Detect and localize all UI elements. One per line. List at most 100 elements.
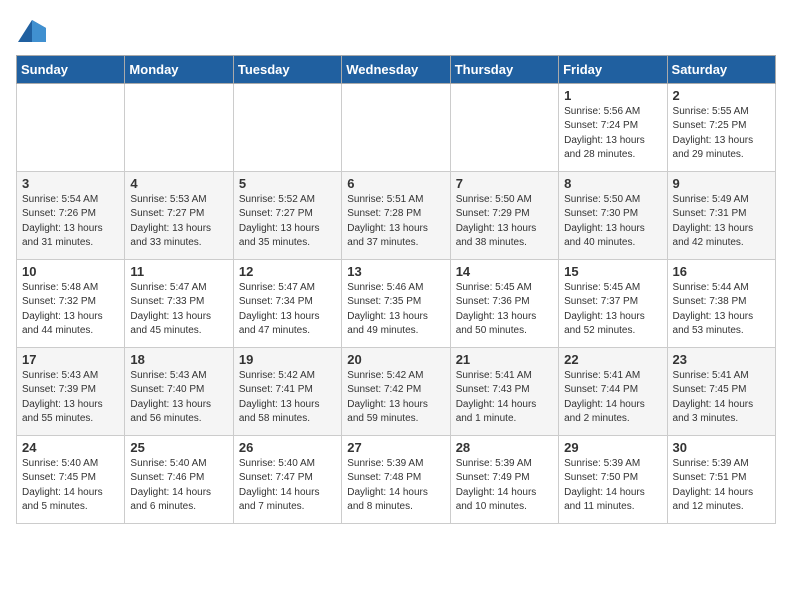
day-info: Sunrise: 5:39 AM Sunset: 7:51 PM Dayligh…	[673, 457, 770, 515]
day-number: 9	[673, 176, 770, 191]
calendar-cell: 11 Sunrise: 5:47 AM Sunset: 7:33 PM Dayli…	[125, 259, 233, 347]
day-info: Sunrise: 5:43 AM Sunset: 7:40 PM Dayligh…	[130, 369, 227, 427]
day-number: 13	[347, 264, 444, 279]
calendar-header-thursday: Thursday	[450, 55, 558, 83]
calendar-cell: 4 Sunrise: 5:53 AM Sunset: 7:27 PM Daylig…	[125, 171, 233, 259]
day-info: Sunrise: 5:41 AM Sunset: 7:45 PM Dayligh…	[673, 369, 770, 427]
calendar-cell: 30 Sunrise: 5:39 AM Sunset: 7:51 PM Dayli…	[667, 435, 775, 523]
day-info: Sunrise: 5:48 AM Sunset: 7:32 PM Dayligh…	[22, 281, 119, 339]
day-info: Sunrise: 5:44 AM Sunset: 7:38 PM Dayligh…	[673, 281, 770, 339]
day-number: 10	[22, 264, 119, 279]
logo	[16, 20, 46, 47]
calendar-header-row: SundayMondayTuesdayWednesdayThursdayFrid…	[17, 55, 776, 83]
calendar-cell: 27 Sunrise: 5:39 AM Sunset: 7:48 PM Dayli…	[342, 435, 450, 523]
calendar-cell: 3 Sunrise: 5:54 AM Sunset: 7:26 PM Daylig…	[17, 171, 125, 259]
calendar-header-friday: Friday	[559, 55, 667, 83]
day-info: Sunrise: 5:51 AM Sunset: 7:28 PM Dayligh…	[347, 193, 444, 251]
calendar-cell: 5Sunrise: 5:52 AM Sunset: 7:27 PM Daylig…	[233, 171, 341, 259]
calendar-cell: 15 Sunrise: 5:45 AM Sunset: 7:37 PM Dayli…	[559, 259, 667, 347]
day-info: Sunrise: 5:40 AM Sunset: 7:45 PM Dayligh…	[22, 457, 119, 515]
calendar-cell	[450, 83, 558, 171]
day-info: Sunrise: 5:53 AM Sunset: 7:27 PM Dayligh…	[130, 193, 227, 251]
calendar-cell: 19 Sunrise: 5:42 AM Sunset: 7:41 PM Dayli…	[233, 347, 341, 435]
day-number: 8	[564, 176, 661, 191]
calendar-cell: 23 Sunrise: 5:41 AM Sunset: 7:45 PM Dayli…	[667, 347, 775, 435]
calendar-cell: 28 Sunrise: 5:39 AM Sunset: 7:49 PM Dayli…	[450, 435, 558, 523]
day-number: 30	[673, 440, 770, 455]
day-info: Sunrise: 5:45 AM Sunset: 7:36 PM Dayligh…	[456, 281, 553, 339]
calendar-cell: 10 Sunrise: 5:48 AM Sunset: 7:32 PM Dayli…	[17, 259, 125, 347]
day-info: Sunrise: 5:47 AM Sunset: 7:33 PM Dayligh…	[130, 281, 227, 339]
day-number: 16	[673, 264, 770, 279]
calendar-cell: 16 Sunrise: 5:44 AM Sunset: 7:38 PM Dayli…	[667, 259, 775, 347]
day-number: 25	[130, 440, 227, 455]
day-number: 4	[130, 176, 227, 191]
day-info: Sunrise: 5:54 AM Sunset: 7:26 PM Dayligh…	[22, 193, 119, 251]
day-info: Sunrise: 5:42 AM Sunset: 7:42 PM Dayligh…	[347, 369, 444, 427]
calendar-cell: 13 Sunrise: 5:46 AM Sunset: 7:35 PM Dayli…	[342, 259, 450, 347]
calendar-cell: 1Sunrise: 5:56 AM Sunset: 7:24 PM Daylig…	[559, 83, 667, 171]
calendar-cell: 7 Sunrise: 5:50 AM Sunset: 7:29 PM Daylig…	[450, 171, 558, 259]
day-number: 14	[456, 264, 553, 279]
calendar-cell: 14 Sunrise: 5:45 AM Sunset: 7:36 PM Dayli…	[450, 259, 558, 347]
day-number: 1	[564, 88, 661, 103]
calendar-week-3: 10 Sunrise: 5:48 AM Sunset: 7:32 PM Dayli…	[17, 259, 776, 347]
day-info: Sunrise: 5:41 AM Sunset: 7:43 PM Dayligh…	[456, 369, 553, 427]
day-number: 27	[347, 440, 444, 455]
day-number: 29	[564, 440, 661, 455]
calendar-week-4: 17Sunrise: 5:43 AM Sunset: 7:39 PM Dayli…	[17, 347, 776, 435]
calendar-cell	[342, 83, 450, 171]
calendar-header-wednesday: Wednesday	[342, 55, 450, 83]
day-number: 23	[673, 352, 770, 367]
calendar-cell: 12 Sunrise: 5:47 AM Sunset: 7:34 PM Dayli…	[233, 259, 341, 347]
calendar-header-saturday: Saturday	[667, 55, 775, 83]
calendar-cell: 25 Sunrise: 5:40 AM Sunset: 7:46 PM Dayli…	[125, 435, 233, 523]
day-info: Sunrise: 5:50 AM Sunset: 7:29 PM Dayligh…	[456, 193, 553, 251]
calendar-cell: 8Sunrise: 5:50 AM Sunset: 7:30 PM Daylig…	[559, 171, 667, 259]
day-number: 5	[239, 176, 336, 191]
calendar-cell: 29 Sunrise: 5:39 AM Sunset: 7:50 PM Dayli…	[559, 435, 667, 523]
day-number: 2	[673, 88, 770, 103]
calendar-table: SundayMondayTuesdayWednesdayThursdayFrid…	[16, 55, 776, 524]
calendar-cell: 9Sunrise: 5:49 AM Sunset: 7:31 PM Daylig…	[667, 171, 775, 259]
day-number: 7	[456, 176, 553, 191]
calendar-cell	[125, 83, 233, 171]
calendar-cell: 26 Sunrise: 5:40 AM Sunset: 7:47 PM Dayli…	[233, 435, 341, 523]
day-number: 20	[347, 352, 444, 367]
day-info: Sunrise: 5:39 AM Sunset: 7:48 PM Dayligh…	[347, 457, 444, 515]
day-number: 24	[22, 440, 119, 455]
day-info: Sunrise: 5:42 AM Sunset: 7:41 PM Dayligh…	[239, 369, 336, 427]
day-info: Sunrise: 5:55 AM Sunset: 7:25 PM Dayligh…	[673, 105, 770, 163]
calendar-header-monday: Monday	[125, 55, 233, 83]
logo-icon	[18, 20, 46, 42]
calendar-week-2: 3 Sunrise: 5:54 AM Sunset: 7:26 PM Daylig…	[17, 171, 776, 259]
day-info: Sunrise: 5:47 AM Sunset: 7:34 PM Dayligh…	[239, 281, 336, 339]
day-number: 28	[456, 440, 553, 455]
day-number: 15	[564, 264, 661, 279]
day-info: Sunrise: 5:40 AM Sunset: 7:47 PM Dayligh…	[239, 457, 336, 515]
day-info: Sunrise: 5:46 AM Sunset: 7:35 PM Dayligh…	[347, 281, 444, 339]
day-number: 22	[564, 352, 661, 367]
page-header	[16, 16, 776, 47]
day-number: 19	[239, 352, 336, 367]
day-number: 21	[456, 352, 553, 367]
calendar-cell: 18 Sunrise: 5:43 AM Sunset: 7:40 PM Dayli…	[125, 347, 233, 435]
calendar-cell: 22 Sunrise: 5:41 AM Sunset: 7:44 PM Dayli…	[559, 347, 667, 435]
day-info: Sunrise: 5:39 AM Sunset: 7:50 PM Dayligh…	[564, 457, 661, 515]
day-number: 18	[130, 352, 227, 367]
day-number: 17	[22, 352, 119, 367]
day-info: Sunrise: 5:40 AM Sunset: 7:46 PM Dayligh…	[130, 457, 227, 515]
calendar-cell	[233, 83, 341, 171]
day-info: Sunrise: 5:39 AM Sunset: 7:49 PM Dayligh…	[456, 457, 553, 515]
calendar-cell: 6Sunrise: 5:51 AM Sunset: 7:28 PM Daylig…	[342, 171, 450, 259]
day-number: 3	[22, 176, 119, 191]
calendar-cell	[17, 83, 125, 171]
day-number: 26	[239, 440, 336, 455]
calendar-cell: 24 Sunrise: 5:40 AM Sunset: 7:45 PM Dayli…	[17, 435, 125, 523]
day-number: 12	[239, 264, 336, 279]
day-info: Sunrise: 5:45 AM Sunset: 7:37 PM Dayligh…	[564, 281, 661, 339]
calendar-header-tuesday: Tuesday	[233, 55, 341, 83]
day-number: 11	[130, 264, 227, 279]
calendar-header-sunday: Sunday	[17, 55, 125, 83]
day-info: Sunrise: 5:41 AM Sunset: 7:44 PM Dayligh…	[564, 369, 661, 427]
